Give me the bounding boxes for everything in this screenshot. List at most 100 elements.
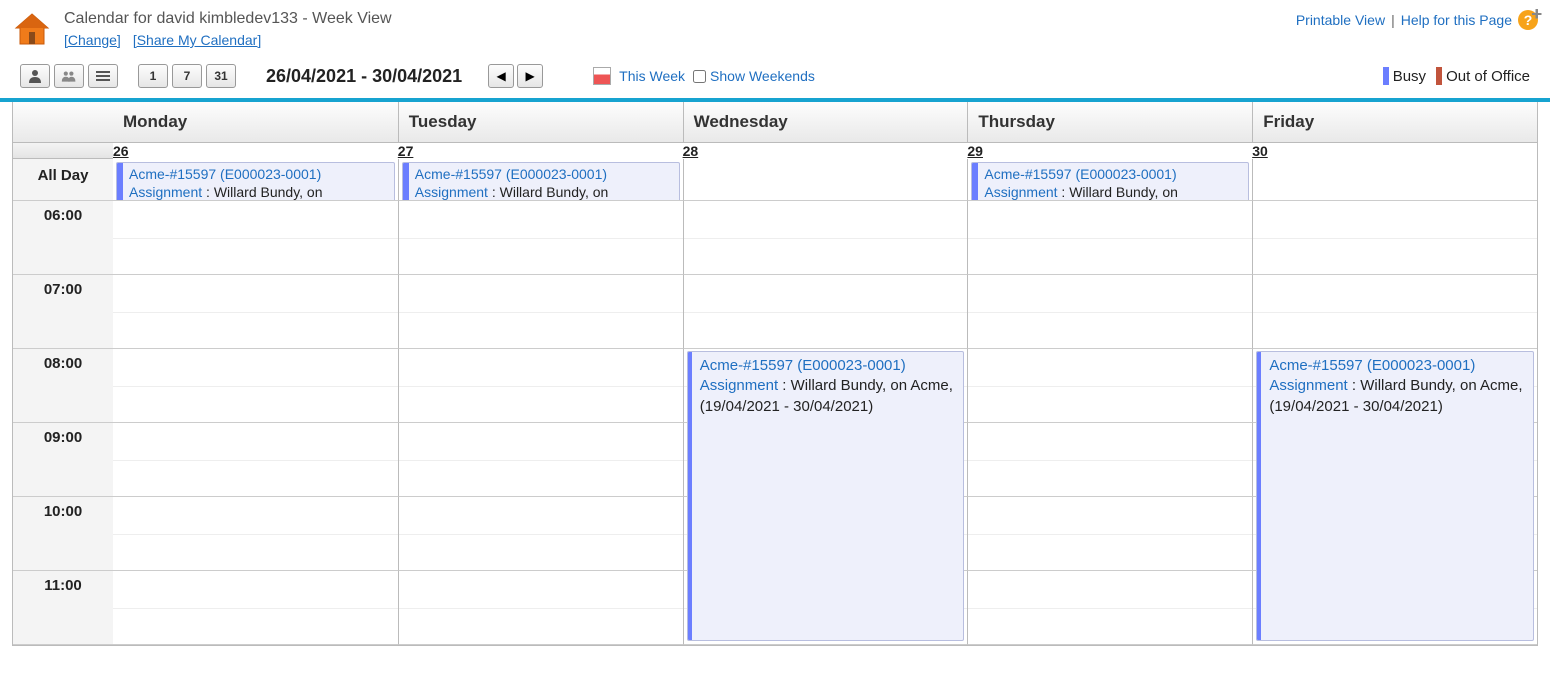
printable-view-link[interactable]: Printable View <box>1296 12 1385 28</box>
date-row-corner <box>13 143 113 159</box>
timed-event-fri[interactable]: Acme-#15597 (E000023-0001) Assignment : … <box>1256 351 1534 641</box>
event-title[interactable]: Acme-#15597 (E000023-0001) <box>700 357 906 374</box>
allday-event[interactable]: Acme-#15597 (E000023-0001) Assignment : … <box>402 162 680 201</box>
date-cell-wed[interactable]: 28 + <box>683 143 968 159</box>
day-view-button[interactable]: 1 <box>138 64 168 88</box>
event-detail: : Willard Bundy, on <box>202 184 322 200</box>
change-link[interactable]: [Change] <box>64 32 121 48</box>
list-view-button[interactable] <box>88 64 118 88</box>
view-mode-group <box>20 64 118 88</box>
header-right: Printable View | Help for this Page ? <box>1296 10 1538 30</box>
event-assignment-link[interactable]: Assignment <box>129 184 202 200</box>
home-icon[interactable] <box>12 10 52 50</box>
legend-busy-label: Busy <box>1393 68 1426 85</box>
show-weekends-toggle[interactable]: Show Weekends <box>693 68 815 84</box>
hour-label-11: 11:00 <box>13 571 113 645</box>
toolbar-right: Busy Out of Office <box>1383 67 1530 85</box>
hour-cell[interactable] <box>1252 275 1537 349</box>
allday-cell-mon[interactable]: Acme-#15597 (E000023-0001) Assignment : … <box>113 159 398 201</box>
month-view-button[interactable]: 31 <box>206 64 236 88</box>
event-assignment-link[interactable]: Assignment <box>415 184 488 200</box>
allday-cell-tue[interactable]: Acme-#15597 (E000023-0001) Assignment : … <box>398 159 683 201</box>
hour-cell[interactable] <box>398 497 683 571</box>
date-num[interactable]: 26 <box>113 143 129 159</box>
hour-cell[interactable] <box>398 275 683 349</box>
show-weekends-checkbox[interactable] <box>693 70 706 83</box>
hour-cell-wed-08[interactable]: Acme-#15597 (E000023-0001) Assignment : … <box>683 349 968 423</box>
date-num[interactable]: 30 <box>1252 143 1268 159</box>
hour-cell[interactable] <box>113 349 398 423</box>
hour-cell[interactable] <box>967 497 1252 571</box>
hour-cell[interactable] <box>398 423 683 497</box>
legend-ooo: Out of Office <box>1436 67 1530 85</box>
allday-cell-thu[interactable]: Acme-#15597 (E000023-0001) Assignment : … <box>967 159 1252 201</box>
header-left: Calendar for david kimbledev133 - Week V… <box>12 10 392 50</box>
date-num[interactable]: 28 <box>683 143 699 159</box>
hour-label-10: 10:00 <box>13 497 113 571</box>
hour-cell-fri-08[interactable]: Acme-#15597 (E000023-0001) Assignment : … <box>1252 349 1537 423</box>
this-week-link[interactable]: This Week <box>619 68 685 84</box>
hour-cell[interactable] <box>398 201 683 275</box>
hour-cell[interactable] <box>683 275 968 349</box>
allday-cell-wed[interactable] <box>683 159 968 201</box>
date-nav-group: ◀ ▶ <box>488 64 543 88</box>
hour-cell[interactable] <box>967 275 1252 349</box>
day-header-thu: Thursday <box>967 102 1252 143</box>
hour-cell[interactable] <box>683 201 968 275</box>
share-calendar-link[interactable]: [Share My Calendar] <box>133 32 261 48</box>
hour-cell[interactable] <box>967 571 1252 645</box>
hour-cell[interactable] <box>113 275 398 349</box>
help-link[interactable]: Help for this Page <box>1401 12 1512 28</box>
timed-event-wed[interactable]: Acme-#15597 (E000023-0001) Assignment : … <box>687 351 965 641</box>
hour-cell[interactable] <box>113 201 398 275</box>
date-cell-mon[interactable]: 26 + <box>113 143 398 159</box>
day-header-wed: Wednesday <box>683 102 968 143</box>
calendar: Monday Tuesday Wednesday Thursday Friday… <box>0 102 1550 646</box>
date-range-label: 26/04/2021 - 30/04/2021 <box>266 66 462 87</box>
event-title[interactable]: Acme-#15597 (E000023-0001) <box>984 166 1176 182</box>
hour-label-09: 09:00 <box>13 423 113 497</box>
hour-cell[interactable] <box>967 349 1252 423</box>
allday-event[interactable]: Acme-#15597 (E000023-0001) Assignment : … <box>116 162 395 201</box>
hour-cell[interactable] <box>967 201 1252 275</box>
date-num[interactable]: 29 <box>967 143 983 159</box>
event-assignment-link[interactable]: Assignment <box>984 184 1057 200</box>
hour-cell[interactable] <box>398 349 683 423</box>
separator: | <box>1391 12 1395 28</box>
multi-user-view-button[interactable] <box>54 64 84 88</box>
ooo-swatch-icon <box>1436 67 1442 85</box>
hour-cell[interactable] <box>967 423 1252 497</box>
hour-label-06: 06:00 <box>13 201 113 275</box>
day-header-fri: Friday <box>1252 102 1537 143</box>
hour-cell[interactable] <box>1252 201 1537 275</box>
hour-cell[interactable] <box>113 497 398 571</box>
add-event-icon[interactable]: + <box>1531 4 1542 25</box>
event-assignment-link[interactable]: Assignment <box>700 377 778 394</box>
header-corner <box>13 102 113 143</box>
show-weekends-label: Show Weekends <box>710 68 815 84</box>
date-cell-tue[interactable]: 27 + <box>398 143 683 159</box>
allday-cell-fri[interactable] <box>1252 159 1537 201</box>
day-header-tue: Tuesday <box>398 102 683 143</box>
date-cell-fri[interactable]: 30 + <box>1252 143 1537 159</box>
week-view-button[interactable]: 7 <box>172 64 202 88</box>
hour-cell[interactable] <box>398 571 683 645</box>
date-cell-thu[interactable]: 29 + <box>967 143 1252 159</box>
next-week-button[interactable]: ▶ <box>517 64 543 88</box>
event-title[interactable]: Acme-#15597 (E000023-0001) <box>129 166 321 182</box>
hour-label-08: 08:00 <box>13 349 113 423</box>
hour-cell[interactable] <box>113 423 398 497</box>
legend-ooo-label: Out of Office <box>1446 68 1530 85</box>
toolbar-center: This Week Show Weekends <box>593 67 815 85</box>
event-title[interactable]: Acme-#15597 (E000023-0001) <box>1269 357 1475 374</box>
date-num[interactable]: 27 <box>398 143 414 159</box>
hour-cell[interactable] <box>113 571 398 645</box>
event-assignment-link[interactable]: Assignment <box>1269 377 1347 394</box>
single-user-view-button[interactable] <box>20 64 50 88</box>
page-title: Calendar for david kimbledev133 - Week V… <box>64 10 392 28</box>
range-group: 1 7 31 <box>138 64 236 88</box>
event-title[interactable]: Acme-#15597 (E000023-0001) <box>415 166 607 182</box>
calendar-icon[interactable] <box>593 67 611 85</box>
allday-event[interactable]: Acme-#15597 (E000023-0001) Assignment : … <box>971 162 1249 201</box>
prev-week-button[interactable]: ◀ <box>488 64 514 88</box>
